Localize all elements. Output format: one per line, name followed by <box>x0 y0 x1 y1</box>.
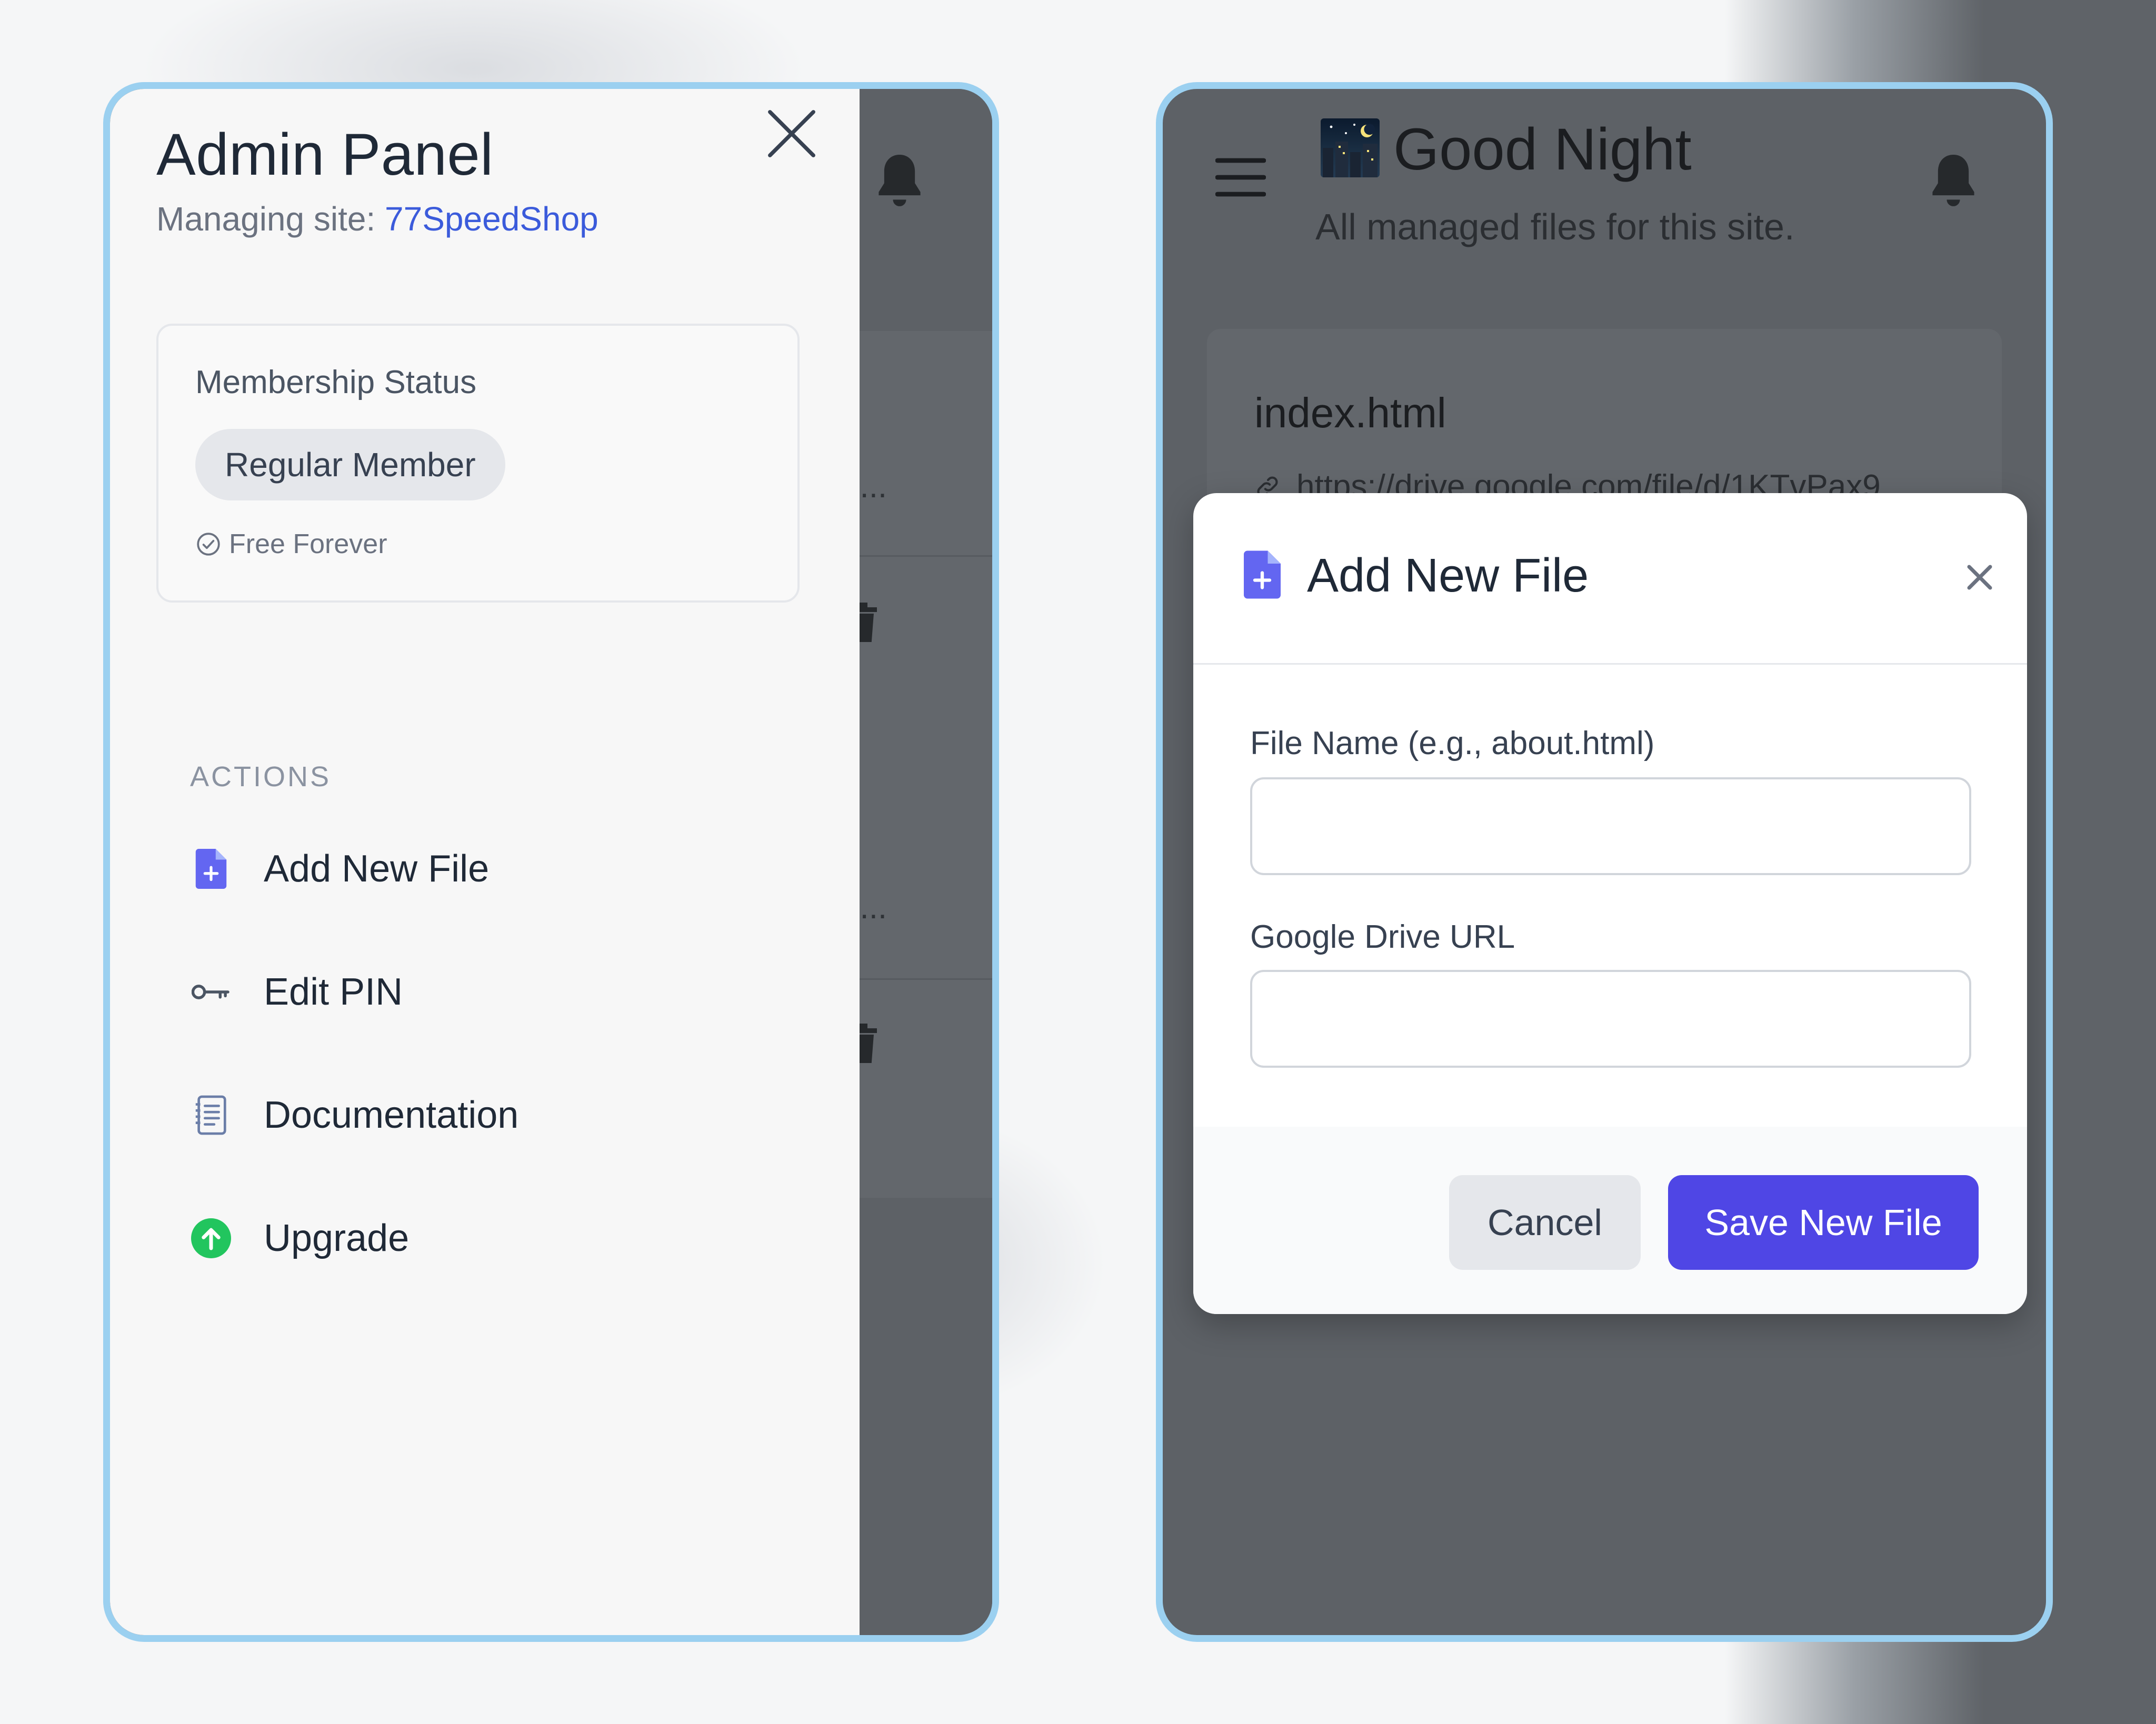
bell-icon <box>879 155 921 206</box>
close-icon[interactable] <box>1964 562 1995 593</box>
right-phone-frame: Good Night All managed files for this si… <box>1156 82 2053 1642</box>
arrow-up-circle-icon <box>190 1217 232 1259</box>
file-plus-icon <box>1244 550 1281 599</box>
modal-title: Add New File <box>1307 549 1589 602</box>
drawer-title: Admin Panel <box>156 122 494 187</box>
plan-note-text: Free Forever <box>229 529 387 559</box>
hamburger-menu-icon[interactable] <box>1215 156 1266 198</box>
left-phone-frame: 9... 9... Admin Panel Managing site: 77S… <box>103 82 999 1642</box>
add-file-modal: Add New File File Name (e.g., about.html… <box>1193 493 2027 1314</box>
action-label: Documentation <box>264 1094 519 1136</box>
managing-site-prefix: Managing site: <box>156 200 385 238</box>
membership-status-label: Membership Status <box>195 364 477 400</box>
page-title: Good Night <box>1393 116 1692 182</box>
modal-footer: Cancel Save New File <box>1193 1127 2027 1314</box>
drive-url-label: Google Drive URL <box>1250 919 1515 955</box>
key-icon <box>190 971 232 1013</box>
file-card-name: index.html <box>1254 389 1446 436</box>
document-list-icon <box>190 1094 232 1136</box>
membership-status-card: Membership Status Regular Member Free Fo… <box>156 324 800 603</box>
site-thumbnail <box>1321 118 1380 177</box>
action-edit-pin[interactable]: Edit PIN <box>190 960 769 1024</box>
close-icon[interactable] <box>763 105 821 163</box>
bell-icon[interactable] <box>1927 149 1980 213</box>
membership-badge: Regular Member <box>195 429 505 500</box>
file-name-label: File Name (e.g., about.html) <box>1250 725 1655 761</box>
action-label: Edit PIN <box>264 971 403 1013</box>
file-plus-icon <box>190 848 232 890</box>
file-name-input[interactable] <box>1250 777 1971 875</box>
action-documentation[interactable]: Documentation <box>190 1084 769 1147</box>
site-name-link[interactable]: 77SpeedShop <box>385 200 598 238</box>
action-add-new-file[interactable]: Add New File <box>190 837 769 900</box>
action-label: Add New File <box>264 848 490 890</box>
cancel-button[interactable]: Cancel <box>1449 1175 1641 1270</box>
action-label: Upgrade <box>264 1217 410 1259</box>
page-subtitle: All managed files for this site. <box>1315 206 1795 247</box>
modal-header: Add New File <box>1193 493 2027 665</box>
actions-heading: ACTIONS <box>190 761 332 793</box>
plan-note: Free Forever <box>195 528 387 560</box>
managing-site-line: Managing site: 77SpeedShop <box>156 199 598 238</box>
action-upgrade[interactable]: Upgrade <box>190 1207 769 1270</box>
drive-url-input[interactable] <box>1250 970 1971 1068</box>
save-new-file-button[interactable]: Save New File <box>1668 1175 1979 1270</box>
check-circle-icon <box>197 533 220 556</box>
admin-drawer: Admin Panel Managing site: 77SpeedShop M… <box>110 89 860 1635</box>
